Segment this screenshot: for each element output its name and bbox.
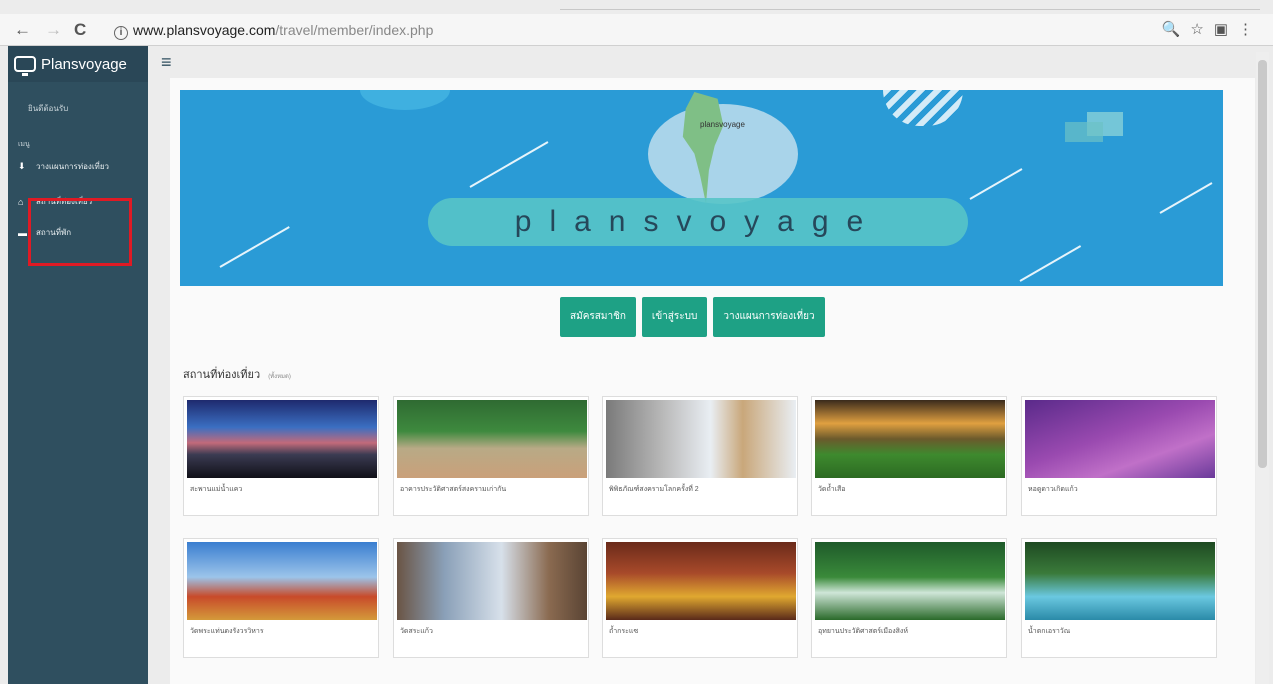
scrollbar-thumb[interactable] bbox=[1258, 60, 1267, 468]
highlight-box bbox=[28, 198, 132, 266]
attraction-card[interactable]: พิพิธภัณฑ์สงครามโลกครั้งที่ 2 bbox=[602, 396, 798, 516]
sidebar: Plansvoyage ยินดีต้อนรับ เมนู ⬇ วางแผนกา… bbox=[8, 46, 148, 684]
home-icon: ⌂ bbox=[18, 196, 24, 207]
attraction-image bbox=[1025, 400, 1215, 478]
attraction-caption: สะพานแม่น้ำแคว bbox=[190, 486, 243, 493]
attraction-image bbox=[815, 542, 1005, 620]
sidebar-item-plan-trip[interactable]: ⬇ วางแผนการท่องเที่ยว bbox=[8, 150, 148, 173]
sidebar-item-label: วางแผนการท่องเที่ยว bbox=[36, 162, 110, 171]
banner-decor-line bbox=[969, 168, 1023, 200]
section-subtitle[interactable]: (ทั้งหมด) bbox=[268, 374, 291, 380]
action-buttons: สมัครสมาชิก เข้าสู่ระบบ วางแผนการท่องเที… bbox=[560, 297, 825, 337]
banner-decor-line bbox=[1159, 182, 1213, 214]
banner-oval bbox=[648, 104, 798, 204]
tab-strip-line bbox=[560, 9, 1260, 10]
plan-trip-button[interactable]: วางแผนการท่องเที่ยว bbox=[713, 297, 825, 337]
bed-icon: ▬ bbox=[18, 227, 27, 238]
attraction-card[interactable]: วัดสระแก้ว bbox=[393, 538, 589, 658]
banner-map-label: plansvoyage bbox=[700, 120, 745, 129]
welcome-text: ยินดีต้อนรับ bbox=[28, 104, 69, 113]
url-domain: www.plansvoyage.com bbox=[133, 22, 276, 38]
attraction-card[interactable]: วัดถ้ำเสือ bbox=[811, 396, 1007, 516]
forward-button[interactable]: → bbox=[45, 20, 62, 40]
attraction-card[interactable]: อาคารประวัติศาสตร์สงครามเก่ากัน bbox=[393, 396, 589, 516]
attraction-caption: วัดพระแท่นดงรังวรวิหาร bbox=[190, 628, 264, 635]
attraction-caption: หอดูดาวเกิดแก้ว bbox=[1028, 486, 1078, 493]
main-content: plansvoyage plansvoyage สมัครสมาชิก เข้า… bbox=[170, 78, 1255, 684]
section-title-text: สถานที่ท่องเที่ยว bbox=[183, 369, 261, 381]
attraction-image bbox=[606, 400, 796, 478]
attraction-image bbox=[397, 542, 587, 620]
attraction-caption: อาคารประวัติศาสตร์สงครามเก่ากัน bbox=[400, 486, 507, 493]
attraction-image bbox=[397, 400, 587, 478]
attraction-card[interactable]: หอดูดาวเกิดแก้ว bbox=[1021, 396, 1217, 516]
attraction-card[interactable]: ถ้ำกระแซ bbox=[602, 538, 798, 658]
banner-decor-line bbox=[219, 226, 290, 268]
attraction-card[interactable]: อุทยานประวัติศาสตร์เมืองสิงห์ bbox=[811, 538, 1007, 658]
attraction-caption: ถ้ำกระแซ bbox=[609, 628, 639, 635]
attraction-image bbox=[606, 542, 796, 620]
attraction-image bbox=[187, 542, 377, 620]
address-bar[interactable]: i www.plansvoyage.com/travel/member/index… bbox=[110, 18, 1140, 42]
browser-toolbar: ← → C i www.plansvoyage.com/travel/member… bbox=[0, 14, 1273, 46]
attraction-caption: วัดถ้ำเสือ bbox=[818, 486, 846, 493]
register-button[interactable]: สมัครสมาชิก bbox=[560, 297, 636, 337]
banner-decor-stripes bbox=[883, 90, 963, 126]
attraction-card[interactable]: สะพานแม่น้ำแคว bbox=[183, 396, 379, 516]
attraction-image bbox=[187, 400, 377, 478]
banner-decor-line bbox=[1019, 245, 1082, 282]
attraction-card[interactable]: วัดพระแท่นดงรังวรวิหาร bbox=[183, 538, 379, 658]
banner-title: plansvoyage bbox=[514, 205, 882, 238]
login-button[interactable]: เข้าสู่ระบบ bbox=[641, 297, 708, 337]
back-button[interactable]: ← bbox=[14, 20, 31, 40]
info-icon[interactable]: i bbox=[114, 26, 128, 40]
banner-decor-line bbox=[469, 141, 549, 188]
brand-name: Plansvoyage bbox=[41, 55, 127, 73]
browser-action-icons[interactable]: 🔍☆▣⋮ bbox=[1162, 20, 1263, 38]
attraction-caption: อุทยานประวัติศาสตร์เมืองสิงห์ bbox=[818, 628, 908, 635]
hamburger-menu-icon[interactable]: ≡ bbox=[161, 52, 172, 73]
attraction-image bbox=[1025, 542, 1215, 620]
attraction-card[interactable]: น้ำตกเอราวัณ bbox=[1021, 538, 1217, 658]
download-icon: ⬇ bbox=[18, 161, 26, 171]
url-path: /travel/member/index.php bbox=[275, 22, 434, 38]
brand[interactable]: Plansvoyage bbox=[8, 46, 148, 82]
banner-decor-circle bbox=[360, 90, 450, 110]
reload-button[interactable]: C bbox=[74, 20, 86, 40]
section-title: สถานที่ท่องเที่ยว (ทั้งหมด) bbox=[183, 365, 291, 383]
attraction-caption: พิพิธภัณฑ์สงครามโลกครั้งที่ 2 bbox=[609, 486, 699, 493]
banner-decor-square bbox=[1065, 122, 1103, 142]
attraction-caption: น้ำตกเอราวัณ bbox=[1028, 628, 1071, 635]
attraction-image bbox=[815, 400, 1005, 478]
hero-banner: plansvoyage plansvoyage bbox=[180, 90, 1223, 286]
menu-section-label: เมนู bbox=[18, 141, 30, 148]
monitor-icon bbox=[14, 56, 36, 76]
attraction-caption: วัดสระแก้ว bbox=[400, 628, 433, 635]
